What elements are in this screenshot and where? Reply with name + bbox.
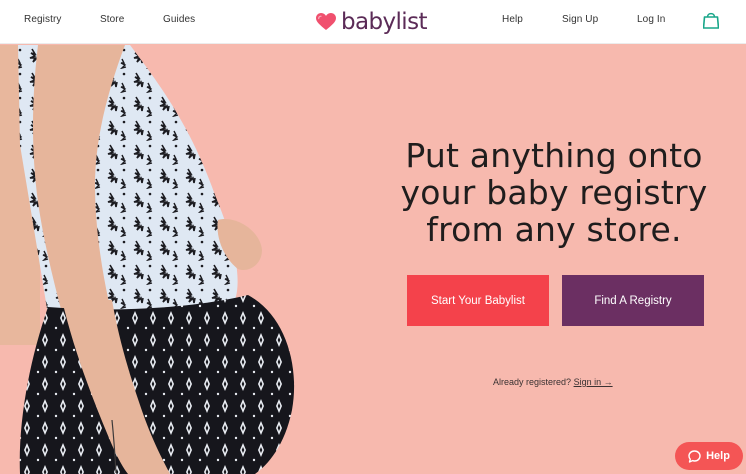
top-navigation: Registry Store Guides babylist Help Sign…: [0, 0, 746, 44]
nav-link-guides[interactable]: Guides: [163, 14, 195, 25]
headline-line-2: your baby registry: [400, 173, 708, 212]
hero-photo-pregnant-woman: [0, 45, 340, 474]
already-registered-text: Already registered?: [493, 377, 572, 387]
already-registered-row: Already registered? Sign in →: [493, 377, 613, 387]
heart-icon: [316, 13, 336, 30]
babylist-logo[interactable]: babylist: [316, 7, 427, 37]
logo-text: babylist: [341, 8, 427, 35]
headline-line-1: Put anything onto: [405, 136, 703, 175]
nav-link-log-in[interactable]: Log In: [637, 14, 665, 25]
nav-link-sign-up[interactable]: Sign Up: [562, 14, 598, 25]
start-your-babylist-button[interactable]: Start Your Babylist: [407, 275, 549, 326]
nav-link-store[interactable]: Store: [100, 14, 124, 25]
nav-link-help[interactable]: Help: [502, 14, 523, 25]
headline-line-3: from any store.: [426, 210, 682, 249]
help-chat-button[interactable]: Help: [675, 442, 743, 470]
shopping-bag-icon[interactable]: [703, 11, 719, 29]
sign-in-link[interactable]: Sign in →: [574, 377, 613, 387]
hero-headline: Put anything onto your baby registry fro…: [395, 137, 713, 248]
nav-link-registry[interactable]: Registry: [24, 14, 61, 25]
find-a-registry-button[interactable]: Find A Registry: [562, 275, 704, 326]
help-chat-label: Help: [706, 450, 730, 462]
chat-bubble-icon: [688, 449, 701, 463]
